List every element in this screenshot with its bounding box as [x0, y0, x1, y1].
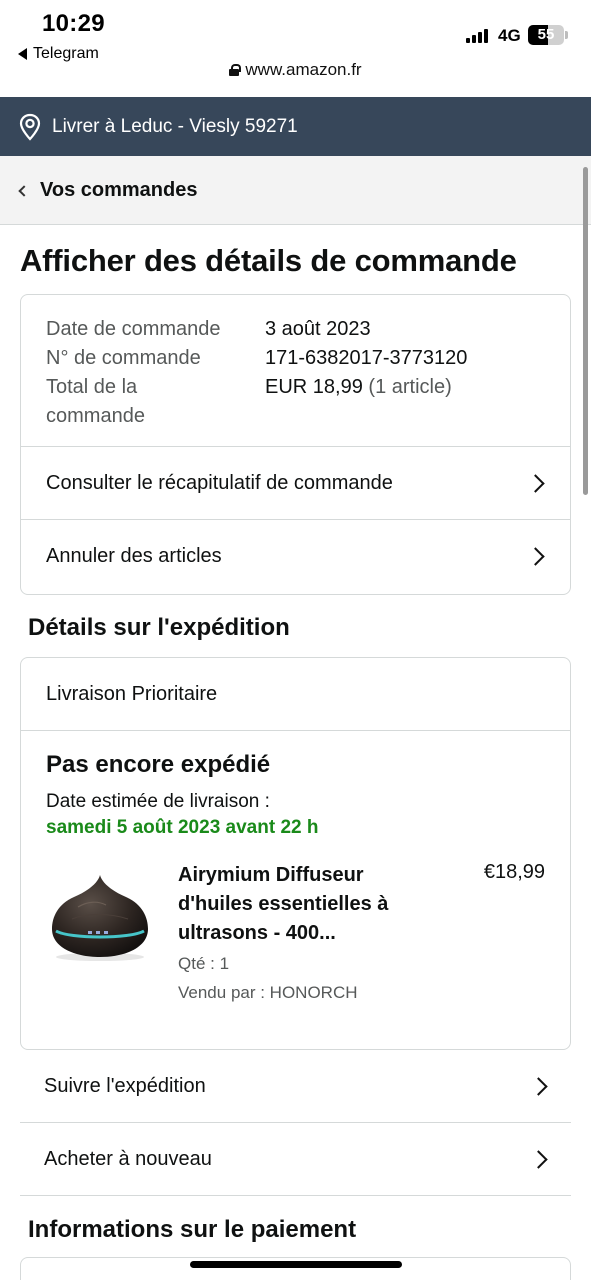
shipment-details: Pas encore expédié Date estimée de livra…	[21, 731, 570, 1031]
location-pin-icon	[19, 113, 41, 141]
view-order-summary-link[interactable]: Consulter le récapitulatif de commande	[21, 447, 570, 520]
delivery-estimate-label: Date estimée de livraison :	[46, 791, 270, 812]
url-text: www.amazon.fr	[245, 60, 362, 79]
order-total-value: EUR 18,99 (1 article)	[265, 373, 452, 431]
order-number-row: N° de commande 171-6382017-3773120	[46, 344, 545, 373]
back-triangle-icon	[18, 48, 27, 60]
chevron-right-icon	[526, 547, 545, 566]
order-number-key: N° de commande	[46, 347, 201, 369]
signal-icon	[466, 29, 488, 43]
order-date-row: Date de commande 3 août 2023	[46, 315, 545, 344]
delivery-location-label: Livrer à Leduc - Viesly 59271	[52, 115, 298, 137]
product-price: €18,99	[483, 861, 545, 883]
order-date-value: 3 août 2023	[265, 318, 371, 340]
shipment-actions: Suivre l'expédition Acheter à nouveau	[20, 1050, 571, 1196]
cancel-items-label: Annuler des articles	[46, 545, 222, 567]
chevron-right-icon	[529, 1149, 548, 1169]
buy-again-label: Acheter à nouveau	[44, 1147, 212, 1170]
order-number-value: 171-6382017-3773120	[265, 347, 468, 369]
delivery-location-bar[interactable]: Livrer à Leduc - Viesly 59271	[0, 97, 591, 156]
order-item-count: (1 article)	[368, 376, 452, 398]
order-date-key: Date de commande	[46, 318, 221, 340]
status-time: 10:29	[42, 10, 105, 37]
page-title: Afficher des détails de commande	[20, 243, 517, 278]
home-indicator[interactable]	[190, 1261, 402, 1268]
track-package-label: Suivre l'expédition	[44, 1074, 206, 1097]
status-bar: 10:29 Telegram 4G 55 www.amazon.fr	[0, 0, 591, 97]
battery-icon: 55	[528, 25, 564, 45]
product-quantity: Qté : 1	[178, 954, 230, 973]
product-item: Airymium Diffuseur d'huiles essentielles…	[46, 861, 545, 1031]
product-image[interactable]	[48, 871, 152, 963]
chevron-right-icon	[526, 473, 545, 493]
breadcrumb-label: Vos commandes	[40, 178, 198, 201]
buy-again-link[interactable]: Acheter à nouveau	[20, 1123, 571, 1196]
order-total-key: Total de la commande	[46, 376, 145, 427]
shipping-section-title: Détails sur l'expédition	[28, 614, 290, 641]
lock-icon	[229, 64, 242, 76]
payment-section-title: Informations sur le paiement	[28, 1216, 357, 1243]
order-total-amount: EUR 18,99	[265, 376, 363, 398]
order-total-row: Total de la commande EUR 18,99 (1 articl…	[46, 373, 545, 431]
battery-nub	[565, 31, 568, 39]
scrollbar[interactable]	[583, 167, 588, 495]
product-name-link[interactable]: Airymium Diffuseur d'huiles essentielles…	[178, 861, 440, 948]
chevron-left-icon	[18, 184, 30, 197]
product-seller: Vendu par : HONORCH	[178, 983, 358, 1002]
cancel-items-link[interactable]: Annuler des articles	[21, 520, 570, 593]
shipment-status: Pas encore expédié	[46, 751, 271, 778]
network-label: 4G	[498, 26, 521, 45]
shipment-card: Livraison Prioritaire Pas encore expédié…	[20, 657, 571, 1050]
breadcrumb[interactable]: Vos commandes	[0, 156, 591, 225]
order-summary-card: Date de commande 3 août 2023 N° de comma…	[20, 294, 571, 595]
url-bar[interactable]: www.amazon.fr	[0, 60, 591, 80]
order-info: Date de commande 3 août 2023 N° de comma…	[21, 295, 570, 447]
shipping-method: Livraison Prioritaire	[21, 658, 570, 731]
track-package-link[interactable]: Suivre l'expédition	[20, 1050, 571, 1123]
delivery-estimate-date: samedi 5 août 2023 avant 22 h	[46, 817, 319, 838]
chevron-right-icon	[529, 1076, 548, 1096]
view-order-summary-label: Consulter le récapitulatif de commande	[46, 471, 393, 494]
battery-label: 55	[537, 26, 555, 43]
